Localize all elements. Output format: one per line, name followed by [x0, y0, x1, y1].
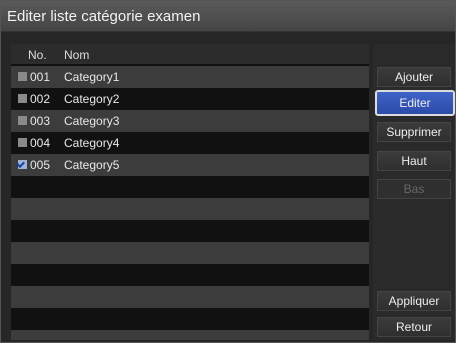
move-down-button: Bas [377, 179, 451, 199]
apply-button[interactable]: Appliquer [377, 291, 451, 311]
list-row-001[interactable]: 001 Category1 [11, 66, 369, 88]
list-row-002[interactable]: 002 Category2 [11, 88, 369, 110]
move-up-button[interactable]: Haut [377, 151, 451, 171]
empty-row [11, 286, 369, 308]
back-button[interactable]: Retour [377, 317, 451, 337]
row-checkbox[interactable] [18, 138, 27, 147]
list-row-004[interactable]: 004 Category4 [11, 132, 369, 154]
column-header-nom: Nom [64, 48, 90, 62]
row-name: Category5 [64, 158, 120, 172]
column-header-no: No. [28, 48, 47, 62]
category-list: No. Nom 001 Category1 002 Category2 003 … [11, 44, 369, 340]
empty-row [11, 242, 369, 264]
list-row-003[interactable]: 003 Category3 [11, 110, 369, 132]
row-number: 003 [30, 114, 51, 128]
empty-row [11, 220, 369, 242]
edit-button[interactable]: Editer [375, 90, 455, 116]
row-number: 004 [30, 136, 51, 150]
empty-row [11, 308, 369, 330]
delete-button[interactable]: Supprimer [377, 122, 451, 142]
add-button[interactable]: Ajouter [377, 67, 451, 87]
row-number: 001 [30, 70, 51, 84]
dialog-window: Editer liste catégorie examen No. Nom 00… [0, 0, 456, 343]
row-number: 002 [30, 92, 51, 106]
row-number: 005 [30, 158, 51, 172]
empty-row [11, 198, 369, 220]
title-bar: Editer liste catégorie examen [1, 1, 455, 32]
row-name: Category3 [64, 114, 120, 128]
empty-row [11, 176, 369, 198]
row-checkbox[interactable] [18, 94, 27, 103]
dialog-title: Editer liste catégorie examen [7, 8, 201, 25]
row-name: Category2 [64, 92, 120, 106]
list-row-005[interactable]: 005 Category5 [11, 154, 369, 176]
row-checkbox[interactable] [18, 72, 27, 81]
row-name: Category1 [64, 70, 120, 84]
row-checkbox[interactable] [18, 116, 27, 125]
row-name: Category4 [64, 136, 120, 150]
empty-row [11, 264, 369, 286]
row-checkbox-checked[interactable] [18, 160, 27, 169]
list-header: No. Nom [11, 44, 369, 64]
empty-row [11, 330, 369, 340]
